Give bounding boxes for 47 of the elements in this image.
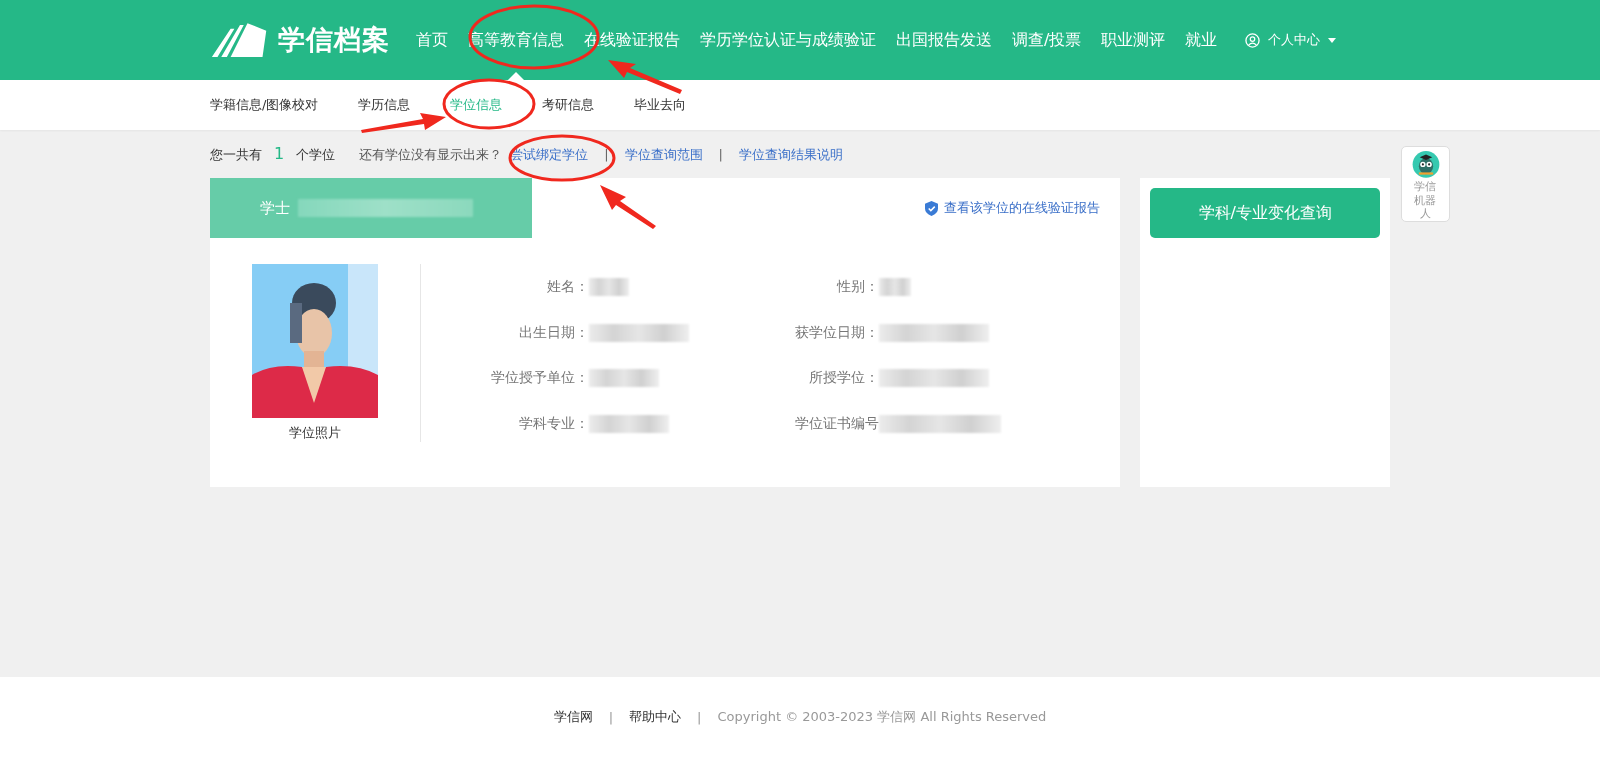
summary-text: 您一共有 <box>210 146 262 164</box>
copyright-text: Copyright © 2003-2023 学信网 All Rights Reserved <box>717 708 1047 726</box>
sub-tab[interactable]: 毕业去向 <box>634 96 687 114</box>
separator: | <box>604 147 609 162</box>
sub-tab[interactable]: 学籍信息/图像校对 <box>210 96 319 114</box>
field-label: 出生日期： <box>518 323 589 342</box>
separator: | <box>608 709 614 725</box>
annotation-arrow <box>600 185 656 229</box>
sub-tab[interactable]: 学历信息 <box>358 96 411 114</box>
sub-tab[interactable]: 学位信息 <box>450 96 503 114</box>
caret-icon <box>1328 37 1337 43</box>
robot-button[interactable]: 学信机器人 <box>1401 146 1450 222</box>
summary-text: 个学位 <box>296 146 336 164</box>
report-link[interactable]: 查看该学位的在线验证报告 <box>925 199 1101 217</box>
photo-caption: 学位照片 <box>289 424 341 442</box>
info-link[interactable]: 学位查询范围 <box>624 146 703 164</box>
nav-tab[interactable]: 学历学位认证与成绩验证 <box>700 0 876 80</box>
degree-count: 1 <box>274 144 285 163</box>
nav-tab[interactable]: 职业测评 <box>1101 0 1166 80</box>
redacted-value <box>879 278 911 296</box>
prompt-text: 还有学位没有显示出来？ <box>359 146 503 164</box>
redacted-value <box>589 278 629 296</box>
footer-link[interactable]: 学信网 <box>553 708 593 726</box>
site-logo[interactable]: 学信档案 <box>278 22 390 58</box>
sub-tab[interactable]: 考研信息 <box>542 96 595 114</box>
field-label: 学科专业： <box>518 414 589 433</box>
nav-tab[interactable]: 首页 <box>416 0 448 80</box>
user-icon <box>1245 32 1261 48</box>
separator: | <box>718 147 723 162</box>
footer-link[interactable]: 帮助中心 <box>629 708 682 726</box>
redacted-value <box>589 369 659 387</box>
separator: | <box>697 709 702 725</box>
shield-icon <box>925 200 939 216</box>
nav-tab[interactable]: 出国报告发送 <box>896 0 992 80</box>
info-link[interactable]: 学位查询结果说明 <box>738 146 843 164</box>
major-change-button[interactable]: 学科/专业变化查询 <box>1150 188 1380 238</box>
owl-icon <box>1410 151 1441 178</box>
user-menu[interactable]: 个人中心 <box>1245 31 1337 49</box>
nav-tab[interactable]: 就业 <box>1185 0 1218 80</box>
nav-tab[interactable]: 调查/投票 <box>1012 0 1082 80</box>
field-label: 学位授予单位： <box>490 369 589 387</box>
field-label: 学位证书编号 <box>794 414 879 433</box>
field-label: 性别： <box>835 278 879 296</box>
field-label: 姓名： <box>546 278 589 296</box>
field-label: 获学位日期： <box>794 323 879 342</box>
field-label: 所授学位： <box>808 369 879 387</box>
degree-name: 学士 <box>260 198 290 218</box>
